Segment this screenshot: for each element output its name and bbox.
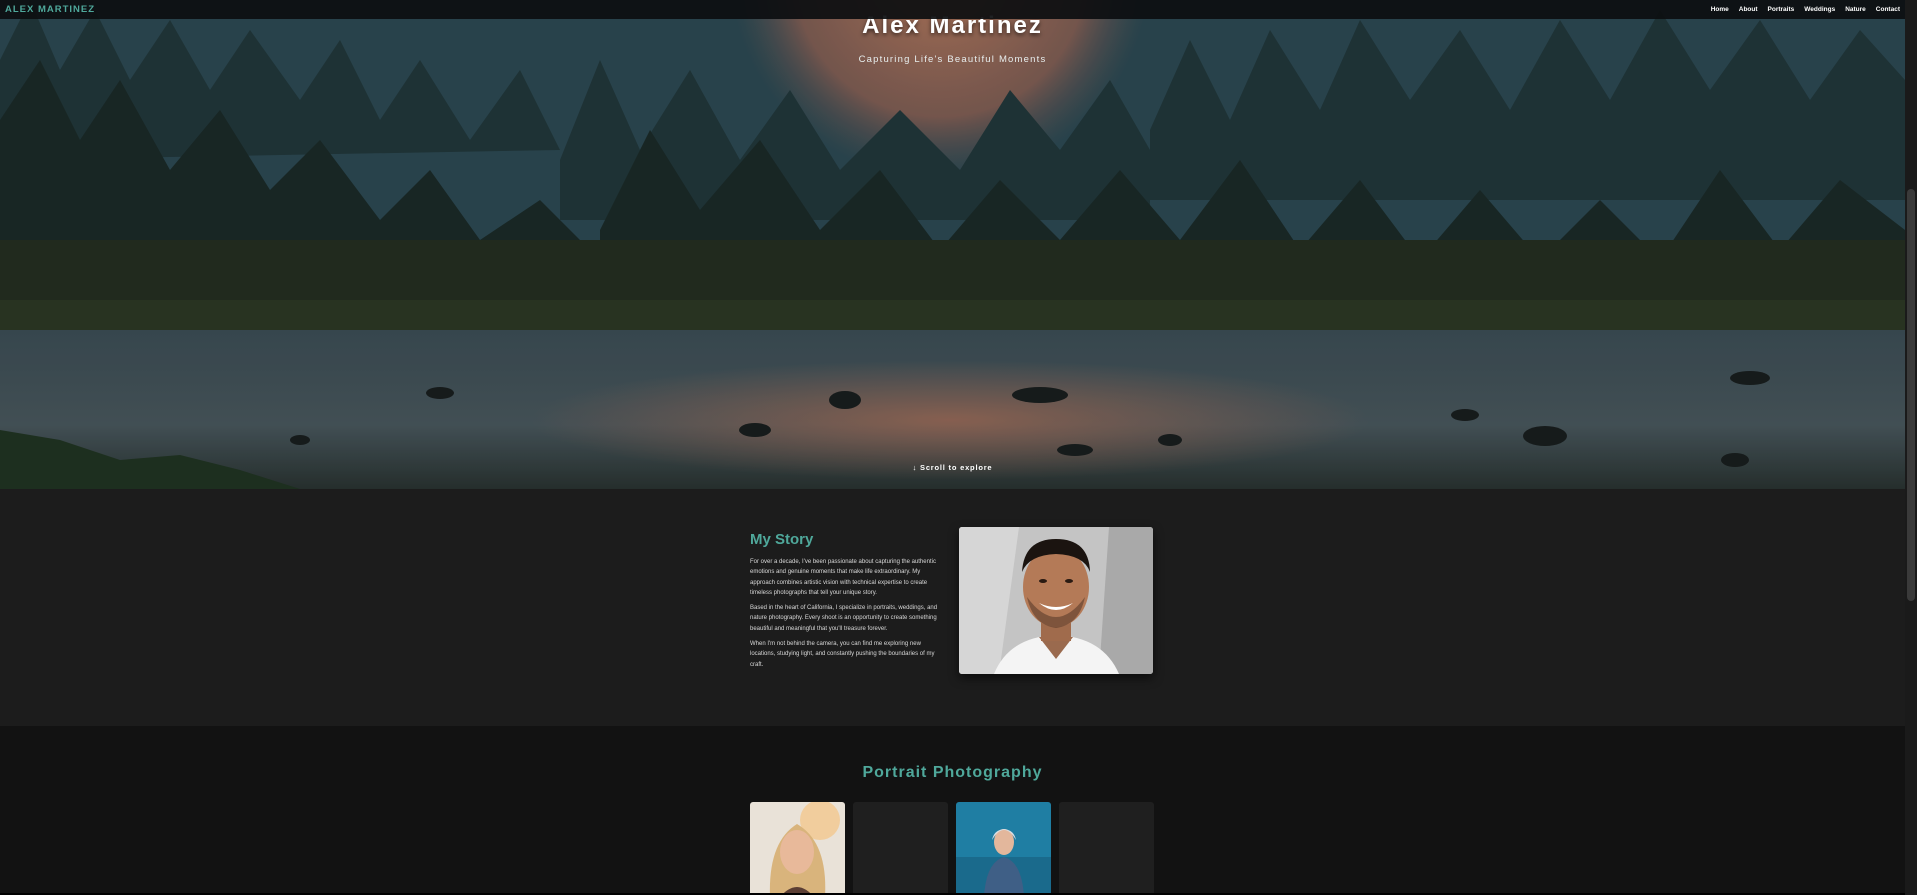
- nav-link-portraits[interactable]: Portraits: [1768, 6, 1795, 13]
- about-heading: My Story: [750, 531, 814, 548]
- about-section: My Story For over a decade, I've been pa…: [0, 489, 1905, 726]
- about-paragraph: When I'm not behind the camera, you can …: [750, 641, 935, 668]
- portrait-portfolio-section: Portrait Photography: [0, 726, 1905, 895]
- hero-section: Alex Martinez Capturing Life's Beautiful…: [0, 0, 1905, 489]
- portrait-image: [959, 527, 1153, 674]
- nav-link-home[interactable]: Home: [1711, 6, 1729, 13]
- scrollbar-thumb[interactable]: [1907, 189, 1915, 601]
- about-text-column: My Story For over a decade, I've been pa…: [750, 531, 945, 675]
- about-paragraph: Based in the heart of California, I spec…: [750, 605, 938, 632]
- about-paragraph: For over a decade, I've been passionate …: [750, 559, 936, 596]
- top-navbar: ALEX MARTINEZ Home About Portraits Weddi…: [0, 0, 1905, 19]
- page-scrollbar[interactable]: [1905, 0, 1917, 895]
- gallery-card-empty[interactable]: [853, 802, 948, 895]
- nav-link-weddings[interactable]: Weddings: [1804, 6, 1835, 13]
- page: Alex Martinez Capturing Life's Beautiful…: [0, 0, 1917, 895]
- brand-logo[interactable]: ALEX MARTINEZ: [5, 4, 95, 15]
- gallery-card-portrait-denim[interactable]: [956, 802, 1051, 895]
- photographer-portrait-photo: [959, 527, 1153, 674]
- hero-subtitle: Capturing Life's Beautiful Moments: [858, 54, 1047, 65]
- nav-link-contact[interactable]: Contact: [1876, 6, 1900, 13]
- gallery-photo: [750, 802, 845, 895]
- nav-links: Home About Portraits Weddings Nature Con…: [1711, 6, 1900, 13]
- gallery-card-empty[interactable]: [1059, 802, 1154, 895]
- portfolio-title: Portrait Photography: [862, 764, 1043, 781]
- hero-background-image: [0, 0, 1905, 489]
- gallery-card-portrait-woman-blonde[interactable]: [750, 802, 845, 895]
- gallery-photo: [956, 802, 1051, 895]
- nav-link-nature[interactable]: Nature: [1845, 6, 1866, 13]
- nav-link-about[interactable]: About: [1739, 6, 1758, 13]
- scroll-to-explore-link[interactable]: ↓ Scroll to explore: [0, 463, 1905, 472]
